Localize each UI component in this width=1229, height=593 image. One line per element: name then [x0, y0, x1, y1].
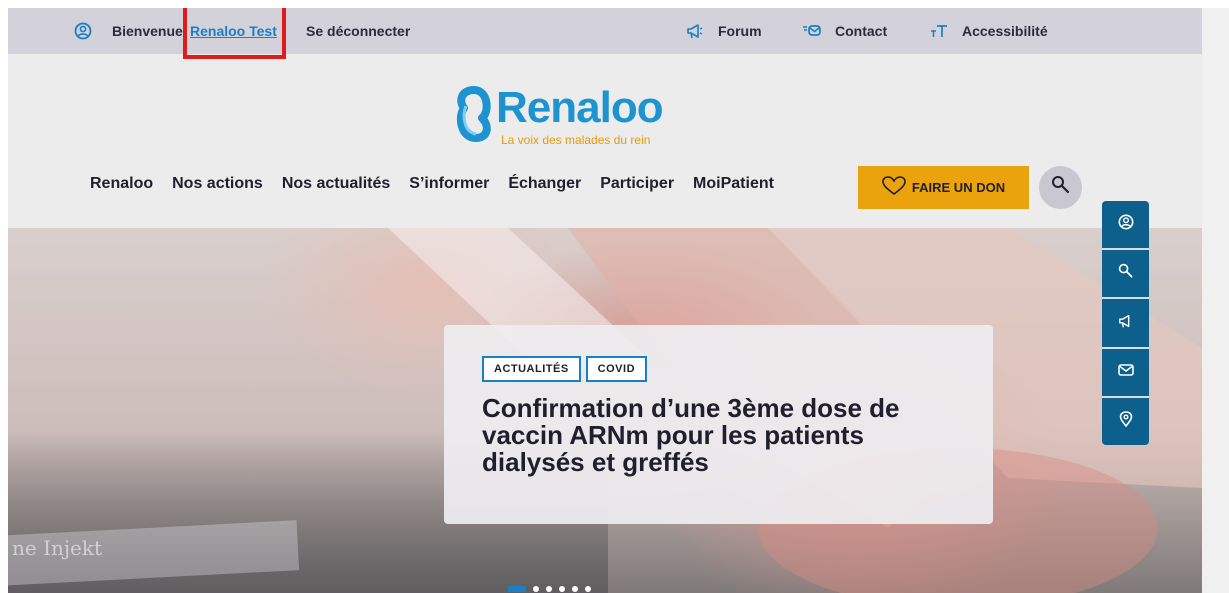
renaloo-logo[interactable]: Renaloo La voix des malades du rein	[454, 80, 670, 150]
user-circle-icon	[74, 22, 92, 40]
heart-icon	[882, 176, 906, 199]
logout-link[interactable]: Se déconnecter	[306, 8, 410, 54]
side-location-button[interactable]	[1102, 398, 1149, 445]
kidney-logo-icon	[456, 86, 491, 142]
forum-label: Forum	[718, 23, 762, 39]
slider-dot-1[interactable]	[508, 586, 526, 592]
nav-item-sinformer[interactable]: S’informer	[409, 175, 489, 197]
megaphone-icon	[1118, 313, 1134, 334]
top-utility-bar: Bienvenue Renaloo Test Se déconnecter Fo…	[8, 8, 1202, 59]
tag-actualites[interactable]: ACTUALITÉS	[482, 356, 581, 382]
search-icon	[1118, 263, 1134, 284]
accessibility-link[interactable]: Accessibilité	[930, 8, 1048, 54]
side-search-button[interactable]	[1102, 250, 1149, 300]
article-tags: ACTUALITÉS COVID	[482, 356, 648, 382]
search-icon	[1051, 175, 1071, 200]
hero-article-card[interactable]: ACTUALITÉS COVID Confirmation d’une 3ème…	[444, 325, 993, 524]
logo-wordmark: Renaloo	[496, 83, 664, 132]
mail-icon	[1117, 363, 1134, 382]
page: Bienvenue Renaloo Test Se déconnecter Fo…	[8, 8, 1202, 593]
slider-dot-4[interactable]	[559, 586, 565, 592]
side-forum-button[interactable]	[1102, 299, 1149, 349]
side-account-button[interactable]	[1102, 201, 1149, 251]
nav-item-nos-actualites[interactable]: Nos actualités	[282, 175, 390, 197]
slider-dot-3[interactable]	[546, 586, 552, 592]
contact-link[interactable]: Contact	[803, 8, 887, 54]
welcome-text: Bienvenue	[112, 23, 183, 39]
logo-tagline: La voix des malades du rein	[501, 133, 651, 147]
nav-item-participer[interactable]: Participer	[600, 175, 674, 197]
donate-button[interactable]: FAIRE UN DON	[858, 166, 1029, 209]
side-contact-button[interactable]	[1102, 349, 1149, 398]
mail-icon	[803, 24, 821, 38]
user-circle-icon	[1118, 214, 1134, 235]
user-account-link[interactable]	[74, 8, 92, 54]
page-scrollbar[interactable]	[1202, 8, 1229, 593]
highlight-box	[183, 8, 286, 59]
main-nav: Renaloo Nos actions Nos actualités S’inf…	[90, 175, 793, 197]
donate-label: FAIRE UN DON	[911, 180, 1006, 195]
hero-slider[interactable]: ne Injekt ACTUALITÉS COVID Confirmation …	[8, 228, 1202, 593]
tag-covid[interactable]: COVID	[585, 356, 648, 382]
location-pin-icon	[1119, 411, 1133, 432]
forum-link[interactable]: Forum	[686, 8, 762, 54]
hero-image-text: ne Injekt	[12, 536, 103, 560]
side-toolbar	[1102, 201, 1149, 445]
megaphone-icon	[686, 22, 704, 40]
nav-item-renaloo[interactable]: Renaloo	[90, 175, 153, 197]
slider-dot-2[interactable]	[533, 586, 539, 592]
nav-item-moipatient[interactable]: MoiPatient	[693, 175, 774, 197]
accessibility-label: Accessibilité	[962, 23, 1048, 39]
contact-label: Contact	[835, 23, 888, 39]
slider-dots	[508, 586, 591, 592]
text-size-icon	[930, 24, 948, 38]
article-title[interactable]: Confirmation d’une 3ème dose de vaccin A…	[482, 395, 952, 476]
nav-item-echanger[interactable]: Échanger	[508, 175, 581, 197]
search-button[interactable]	[1039, 166, 1082, 209]
slider-dot-6[interactable]	[585, 586, 591, 592]
nav-item-nos-actions[interactable]: Nos actions	[172, 175, 263, 197]
slider-dot-5[interactable]	[572, 586, 578, 592]
